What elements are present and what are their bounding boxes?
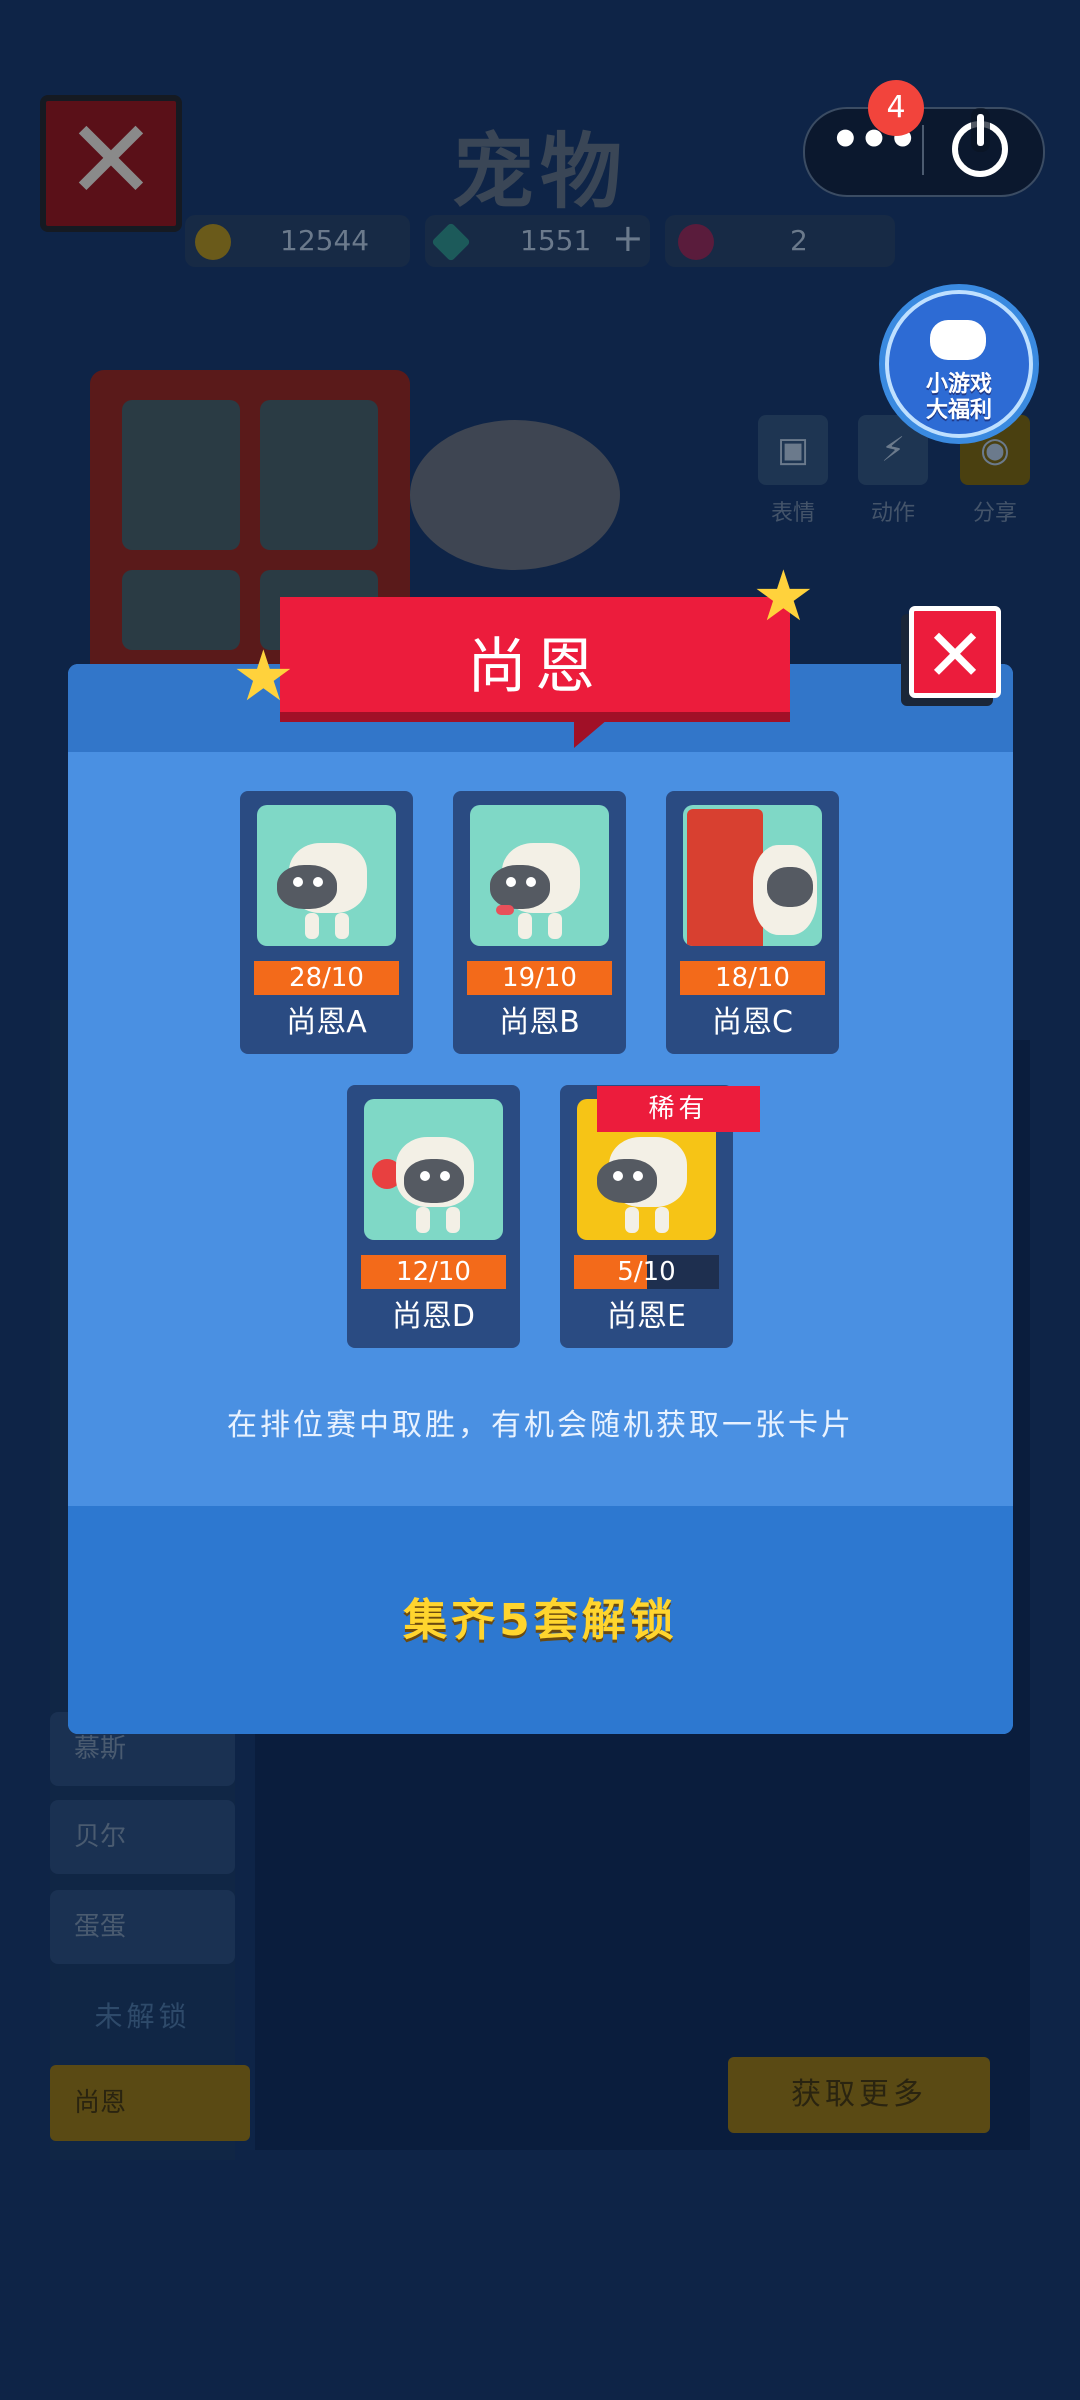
star-icon: ★ xyxy=(232,635,295,717)
card-name: 尚恩A xyxy=(286,1005,367,1040)
emote-icon: ▣ xyxy=(758,415,828,485)
card-name: 尚恩D xyxy=(391,1299,476,1334)
share-label: 分享 xyxy=(972,501,1017,526)
card-progress-bar: 5/10 xyxy=(574,1255,719,1289)
promo-text-line1: 小游戏 xyxy=(925,372,992,397)
hint-text: 在排位赛中取胜，有机会随机获取一张卡片 xyxy=(227,1408,854,1443)
star-icon: ★ xyxy=(752,555,815,637)
card-d[interactable]: 12/10 尚恩D xyxy=(347,1085,520,1348)
card-name: 尚恩B xyxy=(499,1005,580,1040)
background-sheep xyxy=(410,420,620,570)
power-icon-line xyxy=(977,114,984,146)
medal-icon xyxy=(678,224,714,260)
card-progress-text: 12/10 xyxy=(396,1257,471,1287)
notification-badge: 4 xyxy=(868,80,924,136)
ribbon-tail xyxy=(574,714,614,748)
card-c[interactable]: 18/10 尚恩C xyxy=(666,791,839,1054)
card-progress-text: 5/10 xyxy=(617,1257,676,1287)
card-progress-bar: 28/10 xyxy=(254,961,399,995)
card-progress-bar: 12/10 xyxy=(361,1255,506,1289)
card-progress-bar: 19/10 xyxy=(467,961,612,995)
gamepad-icon xyxy=(930,320,986,360)
capsule-divider xyxy=(922,125,924,175)
get-more-button: 获取更多 xyxy=(728,2057,990,2133)
action-label: 动作 xyxy=(870,501,915,526)
promo-text-line2: 大福利 xyxy=(925,398,992,423)
coin-icon xyxy=(195,224,231,260)
card-progress-bar: 18/10 xyxy=(680,961,825,995)
unlock-requirement-text: 集齐5套解锁 xyxy=(403,1595,678,1646)
list-item: 贝尔 xyxy=(50,1800,235,1874)
card-a[interactable]: 28/10 尚恩A xyxy=(240,791,413,1054)
card-name: 尚恩C xyxy=(712,1005,793,1040)
background-close-button: ✕ xyxy=(40,95,182,232)
emote-label: 表情 xyxy=(770,501,815,526)
card-image xyxy=(364,1099,503,1240)
rare-tag: 稀有 xyxy=(597,1086,760,1132)
add-diamond-icon: + xyxy=(612,216,644,260)
card-name: 尚恩E xyxy=(607,1299,686,1334)
dialog-title: 尚恩 xyxy=(467,632,603,702)
card-progress-text: 18/10 xyxy=(715,963,790,993)
close-button[interactable]: ✕ xyxy=(909,606,1001,698)
selected-list-item: 尚恩 xyxy=(50,2065,250,2141)
locked-section-label: 未解锁 xyxy=(94,2000,191,2033)
card-image xyxy=(683,805,822,946)
background-title: 宠物 xyxy=(451,125,628,220)
card-b[interactable]: 19/10 尚恩B xyxy=(453,791,626,1054)
card-progress-text: 19/10 xyxy=(502,963,577,993)
card-progress-text: 28/10 xyxy=(289,963,364,993)
promo-text: 小游戏 大福利 xyxy=(885,372,1033,424)
list-item: 蛋蛋 xyxy=(50,1890,235,1964)
card-image xyxy=(257,805,396,946)
card-image xyxy=(470,805,609,946)
